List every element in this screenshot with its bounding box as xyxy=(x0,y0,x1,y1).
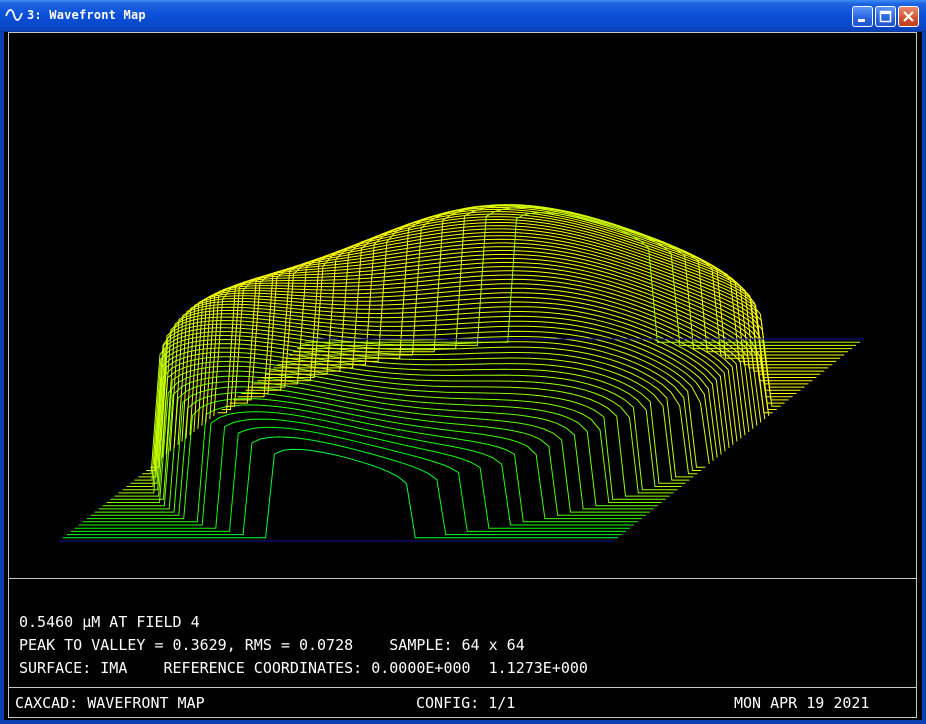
surface-contour-line xyxy=(94,386,650,513)
status-config: CONFIG: 1/1 xyxy=(416,694,516,712)
client-area: 0.5460 µM AT FIELD 4 PEAK TO VALLEY = 0.… xyxy=(4,32,922,720)
surface-contour-line xyxy=(277,208,833,366)
maximize-icon xyxy=(879,10,892,23)
minimize-button[interactable] xyxy=(852,6,873,27)
surface-reference-line: SURFACE: IMA REFERENCE COORDINATES: 0.00… xyxy=(19,659,588,677)
plot-divider xyxy=(9,578,916,579)
surface-contour-line xyxy=(98,380,654,510)
surface-contour-line xyxy=(165,309,722,455)
surface-contour-line xyxy=(66,436,622,536)
wavefront-surface-plot xyxy=(59,204,864,542)
surface-contour-line xyxy=(70,426,626,532)
minimize-icon xyxy=(858,19,865,22)
surface-contour-line xyxy=(106,370,662,503)
close-button[interactable] xyxy=(898,6,919,27)
status-app-title: CAXCAD: WAVEFRONT MAP xyxy=(15,694,205,712)
sine-wave-icon xyxy=(5,8,23,21)
surface-contour-line xyxy=(110,365,666,500)
title-bar[interactable]: 3: Wavefront Map xyxy=(0,0,926,32)
peak-valley-rms-line: PEAK TO VALLEY = 0.3629, RMS = 0.0728 SA… xyxy=(19,636,525,654)
status-divider xyxy=(9,687,916,688)
wavelength-field-line: 0.5460 µM AT FIELD 4 xyxy=(19,613,200,631)
status-date: MON APR 19 2021 xyxy=(734,694,870,712)
surface-contour-line xyxy=(193,283,750,433)
surface-contour-line xyxy=(185,292,742,439)
maximize-button[interactable] xyxy=(875,6,896,27)
close-icon xyxy=(903,11,914,22)
window-title: 3: Wavefront Map xyxy=(27,8,146,22)
surface-contour-line xyxy=(102,375,658,507)
surface-contour-line xyxy=(197,278,754,429)
